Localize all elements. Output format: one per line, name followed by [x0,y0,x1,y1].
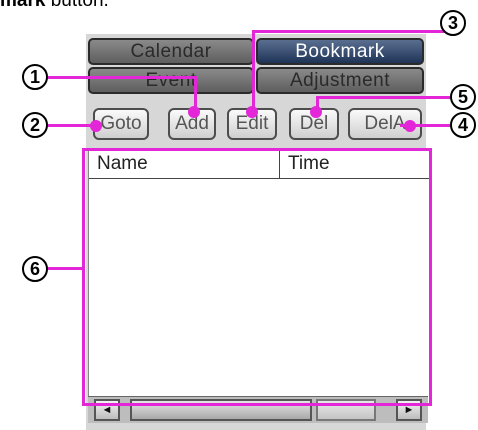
callout-5: 5 [450,84,476,110]
callout-dot-1 [188,106,200,118]
callout-2: 2 [22,112,48,138]
callout-line-1 [36,76,196,79]
callout-dot-3 [246,106,258,118]
caption-rest: button. [45,0,109,11]
callout-line-3b [252,30,255,112]
callout-1: 1 [22,64,48,90]
list-highlight-box [82,148,432,406]
tab-calendar[interactable]: Calendar [88,38,254,65]
caption-bold: mark [0,0,46,11]
callout-6: 6 [22,256,48,282]
callout-line-3 [252,30,452,33]
callout-3: 3 [440,10,466,36]
caption-text: mark button. [0,0,109,12]
callout-dot-4 [404,120,416,132]
callout-4: 4 [450,112,476,138]
callout-dot-5 [310,106,322,118]
callout-dot-2 [90,120,102,132]
tab-bookmark[interactable]: Bookmark [256,38,424,65]
tab-event[interactable]: Event [88,67,254,94]
tab-adjustment[interactable]: Adjustment [256,67,424,94]
callout-line-5 [316,96,450,99]
